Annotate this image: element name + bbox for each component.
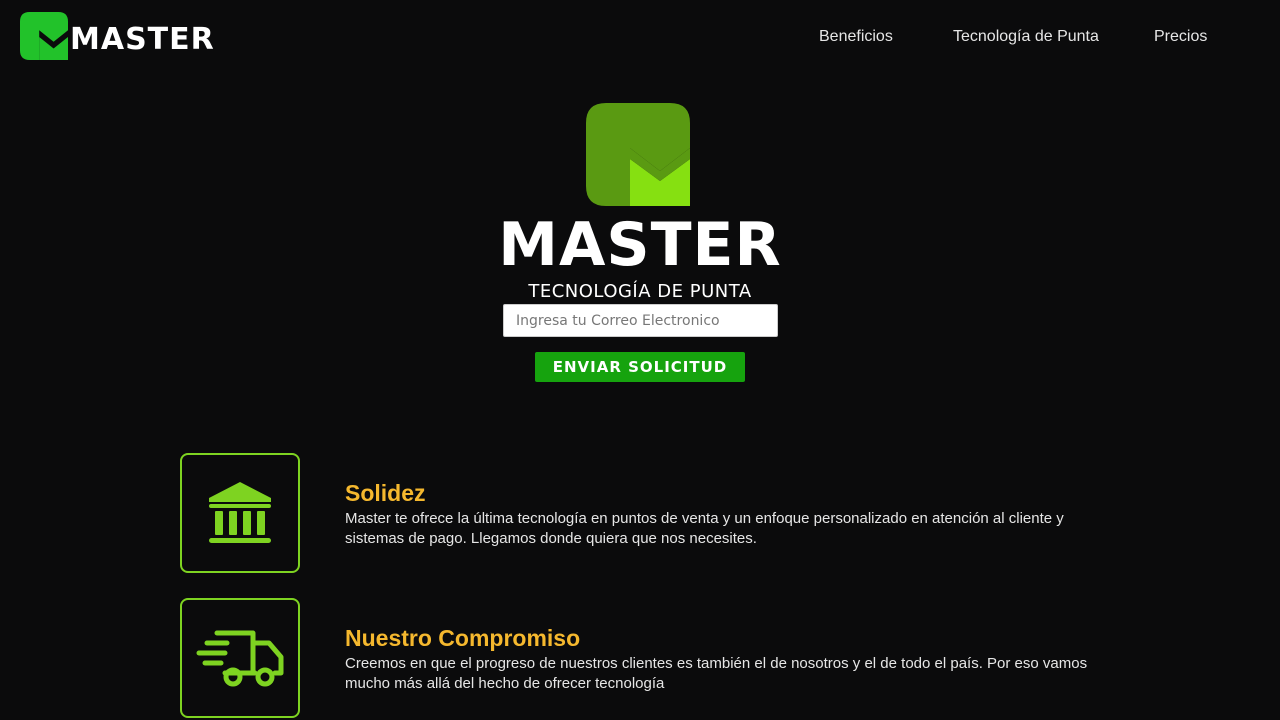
feature-description: Creemos en que el progreso de nuestros c… <box>345 655 1088 692</box>
feature-item: Nuestro Compromiso Creemos en que el pro… <box>180 598 1100 718</box>
hero-logo-mark-icon <box>586 103 690 206</box>
nav-links: Beneficios Tecnología de Punta Precios <box>0 28 1280 50</box>
bank-icon <box>209 482 271 543</box>
delivery-truck-icon <box>196 630 284 687</box>
feature-icon-box <box>180 598 300 718</box>
feature-title: Nuestro Compromiso <box>345 625 581 651</box>
hero-tagline: TECNOLOGÍA DE PUNTA <box>528 281 752 302</box>
send-request-button[interactable]: ENVIAR SOLICITUD <box>535 352 745 382</box>
feature-description: Master te ofrece la última tecnología en… <box>345 510 1064 547</box>
nav-link-beneficios[interactable]: Beneficios <box>819 28 893 46</box>
feature-item: Solidez Master te ofrece la última tecno… <box>180 453 1100 573</box>
email-input[interactable] <box>503 304 778 337</box>
nav-link-tecnologia[interactable]: Tecnología de Punta <box>953 28 1099 46</box>
nav-link-precios[interactable]: Precios <box>1154 28 1207 46</box>
hero-brand-name: MASTER <box>498 210 782 280</box>
feature-title: Solidez <box>345 480 426 506</box>
feature-icon-box <box>180 453 300 573</box>
